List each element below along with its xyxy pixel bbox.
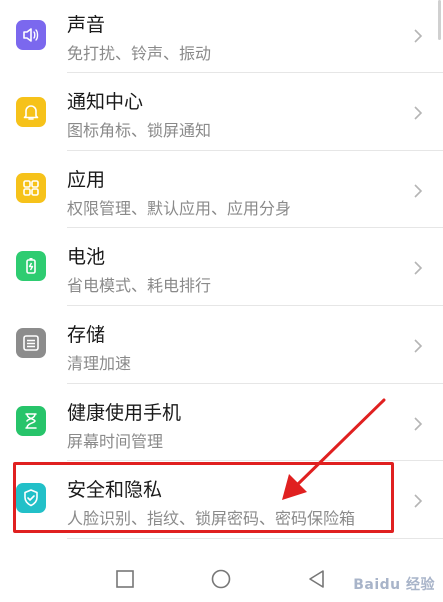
chevron-right-icon [414, 29, 423, 43]
chevron-right-icon [414, 261, 423, 275]
item-title: 通知中心 [67, 91, 144, 113]
item-title: 健康使用手机 [67, 402, 182, 424]
item-subtitle: 权限管理、默认应用、应用分身 [67, 199, 292, 218]
recent-apps-icon[interactable] [114, 568, 136, 590]
item-title: 应用 [67, 169, 106, 191]
bell-icon [16, 97, 46, 127]
item-subtitle: 图标角标、锁屏通知 [67, 121, 212, 140]
chevron-right-icon [414, 417, 423, 431]
back-icon[interactable] [306, 568, 328, 590]
settings-item-digital-balance[interactable]: 健康使用手机 屏幕时间管理 [0, 384, 443, 461]
settings-item-battery[interactable]: 电池 省电模式、耗电排行 [0, 228, 443, 305]
chevron-right-icon [414, 494, 423, 508]
storage-icon [16, 328, 46, 358]
speaker-icon [16, 20, 46, 50]
settings-item-sound[interactable]: 声音 免打扰、铃声、振动 [0, 0, 443, 77]
watermark: Baidu 经验 [353, 577, 435, 593]
item-subtitle: 免打扰、铃声、振动 [67, 44, 212, 63]
settings-item-notifications[interactable]: 通知中心 图标角标、锁屏通知 [0, 73, 443, 150]
settings-item-storage[interactable]: 存储 清理加速 [0, 306, 443, 383]
chevron-right-icon [414, 106, 423, 120]
settings-item-apps[interactable]: 应用 权限管理、默认应用、应用分身 [0, 151, 443, 228]
item-title: 电池 [67, 246, 106, 268]
chevron-right-icon [414, 184, 423, 198]
item-subtitle: 屏幕时间管理 [67, 432, 164, 451]
apps-grid-icon [16, 173, 46, 203]
item-subtitle: 省电模式、耗电排行 [67, 276, 212, 295]
item-subtitle: 清理加速 [67, 354, 132, 373]
battery-icon [16, 251, 46, 281]
highlight-box [13, 462, 394, 533]
home-icon[interactable] [210, 568, 232, 590]
divider [67, 538, 443, 539]
scrollbar[interactable] [438, 0, 441, 40]
item-title: 声音 [67, 14, 106, 36]
hourglass-icon [16, 406, 46, 436]
item-title: 存储 [67, 324, 106, 346]
chevron-right-icon [414, 339, 423, 353]
